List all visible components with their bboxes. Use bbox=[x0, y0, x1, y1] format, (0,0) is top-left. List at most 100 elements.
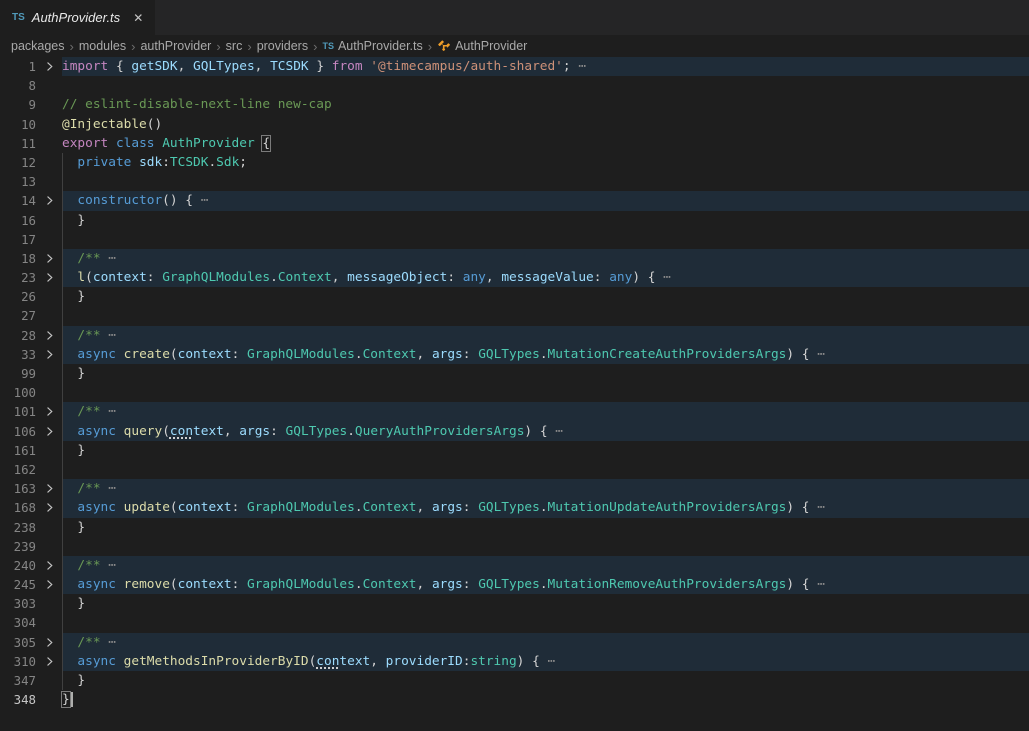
code-line-100[interactable]: 100 bbox=[0, 383, 1029, 402]
tab-authprovider[interactable]: TS AuthProvider.ts ✕ bbox=[0, 0, 155, 35]
gutter-spacer bbox=[36, 115, 62, 134]
code-line-28[interactable]: 28 /** ⋯ bbox=[0, 326, 1029, 345]
line-number: 26 bbox=[0, 287, 36, 306]
code-text[interactable] bbox=[62, 613, 1029, 632]
line-number: 18 bbox=[0, 249, 36, 268]
code-editor[interactable]: 1import { getSDK, GQLTypes, TCSDK } from… bbox=[0, 57, 1029, 731]
code-line-238[interactable]: 238 } bbox=[0, 518, 1029, 537]
code-line-8[interactable]: 8 bbox=[0, 76, 1029, 95]
breadcrumb-item-packages[interactable]: packages bbox=[11, 39, 65, 53]
code-line-239[interactable]: 239 bbox=[0, 537, 1029, 556]
code-line-26[interactable]: 26 } bbox=[0, 287, 1029, 306]
code-line-13[interactable]: 13 bbox=[0, 172, 1029, 191]
code-line-348[interactable]: 348} bbox=[0, 690, 1029, 709]
code-text[interactable] bbox=[62, 383, 1029, 402]
fold-chevron-icon[interactable] bbox=[36, 402, 62, 421]
code-text[interactable] bbox=[62, 306, 1029, 325]
gutter-spacer bbox=[36, 153, 62, 172]
breadcrumb-item-modules[interactable]: modules bbox=[79, 39, 126, 53]
code-text[interactable]: } bbox=[62, 211, 1029, 230]
code-text[interactable]: /** ⋯ bbox=[62, 326, 1029, 345]
code-text[interactable] bbox=[62, 76, 1029, 95]
code-text[interactable]: } bbox=[62, 364, 1029, 383]
code-line-17[interactable]: 17 bbox=[0, 230, 1029, 249]
code-text[interactable]: constructor() { ⋯ bbox=[62, 191, 1029, 210]
code-text[interactable]: async remove(context: GraphQLModules.Con… bbox=[62, 575, 1029, 594]
fold-chevron-icon[interactable] bbox=[36, 191, 62, 210]
breadcrumb-item-providers[interactable]: providers bbox=[257, 39, 308, 53]
code-line-11[interactable]: 11export class AuthProvider { bbox=[0, 134, 1029, 153]
code-line-33[interactable]: 33 async create(context: GraphQLModules.… bbox=[0, 345, 1029, 364]
code-line-106[interactable]: 106 async query(context, args: GQLTypes.… bbox=[0, 422, 1029, 441]
code-line-303[interactable]: 303 } bbox=[0, 594, 1029, 613]
code-text[interactable]: } bbox=[62, 441, 1029, 460]
code-text[interactable]: } bbox=[62, 594, 1029, 613]
code-line-161[interactable]: 161 } bbox=[0, 441, 1029, 460]
code-text[interactable] bbox=[62, 230, 1029, 249]
code-text[interactable]: /** ⋯ bbox=[62, 402, 1029, 421]
fold-chevron-icon[interactable] bbox=[36, 422, 62, 441]
code-line-14[interactable]: 14 constructor() { ⋯ bbox=[0, 191, 1029, 210]
code-text[interactable]: /** ⋯ bbox=[62, 556, 1029, 575]
breadcrumb-item-symbol[interactable]: AuthProvider bbox=[437, 39, 527, 53]
fold-chevron-icon[interactable] bbox=[36, 498, 62, 517]
code-line-23[interactable]: 23 l(context: GraphQLModules.Context, me… bbox=[0, 268, 1029, 287]
code-text[interactable]: async create(context: GraphQLModules.Con… bbox=[62, 345, 1029, 364]
code-line-305[interactable]: 305 /** ⋯ bbox=[0, 633, 1029, 652]
code-text[interactable]: export class AuthProvider { bbox=[62, 134, 1029, 153]
code-text[interactable]: } bbox=[62, 518, 1029, 537]
fold-chevron-icon[interactable] bbox=[36, 326, 62, 345]
code-text[interactable]: @Injectable() bbox=[62, 115, 1029, 134]
fold-chevron-icon[interactable] bbox=[36, 479, 62, 498]
gutter-spacer bbox=[36, 383, 62, 402]
code-text[interactable] bbox=[62, 460, 1029, 479]
fold-chevron-icon[interactable] bbox=[36, 556, 62, 575]
code-line-163[interactable]: 163 /** ⋯ bbox=[0, 479, 1029, 498]
code-text[interactable]: } bbox=[62, 671, 1029, 690]
code-line-27[interactable]: 27 bbox=[0, 306, 1029, 325]
code-text[interactable]: } bbox=[62, 690, 1029, 709]
code-text[interactable]: /** ⋯ bbox=[62, 249, 1029, 268]
code-line-347[interactable]: 347 } bbox=[0, 671, 1029, 690]
code-text[interactable]: l(context: GraphQLModules.Context, messa… bbox=[62, 268, 1029, 287]
code-text[interactable] bbox=[62, 172, 1029, 191]
breadcrumb-item-file[interactable]: TSAuthProvider.ts bbox=[322, 39, 422, 53]
fold-chevron-icon[interactable] bbox=[36, 575, 62, 594]
code-text[interactable]: // eslint-disable-next-line new-cap bbox=[62, 95, 1029, 114]
close-icon[interactable]: ✕ bbox=[133, 11, 143, 25]
code-line-18[interactable]: 18 /** ⋯ bbox=[0, 249, 1029, 268]
breadcrumb-item-authProvider[interactable]: authProvider bbox=[140, 39, 211, 53]
code-text[interactable] bbox=[62, 537, 1029, 556]
line-number: 99 bbox=[0, 364, 36, 383]
code-text[interactable]: async getMethodsInProviderByID(context, … bbox=[62, 652, 1029, 671]
code-text[interactable]: /** ⋯ bbox=[62, 479, 1029, 498]
fold-chevron-icon[interactable] bbox=[36, 249, 62, 268]
line-number: 304 bbox=[0, 613, 36, 632]
code-line-9[interactable]: 9// eslint-disable-next-line new-cap bbox=[0, 95, 1029, 114]
code-text[interactable]: import { getSDK, GQLTypes, TCSDK } from … bbox=[62, 57, 1029, 76]
gutter-spacer bbox=[36, 306, 62, 325]
fold-chevron-icon[interactable] bbox=[36, 57, 62, 76]
code-text[interactable]: /** ⋯ bbox=[62, 633, 1029, 652]
code-line-99[interactable]: 99 } bbox=[0, 364, 1029, 383]
code-line-16[interactable]: 16 } bbox=[0, 211, 1029, 230]
code-line-12[interactable]: 12 private sdk:TCSDK.Sdk; bbox=[0, 153, 1029, 172]
fold-chevron-icon[interactable] bbox=[36, 345, 62, 364]
code-line-240[interactable]: 240 /** ⋯ bbox=[0, 556, 1029, 575]
code-text[interactable]: async update(context: GraphQLModules.Con… bbox=[62, 498, 1029, 517]
code-line-162[interactable]: 162 bbox=[0, 460, 1029, 479]
fold-chevron-icon[interactable] bbox=[36, 633, 62, 652]
code-line-310[interactable]: 310 async getMethodsInProviderByID(conte… bbox=[0, 652, 1029, 671]
code-line-245[interactable]: 245 async remove(context: GraphQLModules… bbox=[0, 575, 1029, 594]
code-text[interactable]: private sdk:TCSDK.Sdk; bbox=[62, 153, 1029, 172]
code-line-10[interactable]: 10@Injectable() bbox=[0, 115, 1029, 134]
code-line-101[interactable]: 101 /** ⋯ bbox=[0, 402, 1029, 421]
code-line-1[interactable]: 1import { getSDK, GQLTypes, TCSDK } from… bbox=[0, 57, 1029, 76]
breadcrumb-item-src[interactable]: src bbox=[226, 39, 243, 53]
code-text[interactable]: } bbox=[62, 287, 1029, 306]
code-line-304[interactable]: 304 bbox=[0, 613, 1029, 632]
code-line-168[interactable]: 168 async update(context: GraphQLModules… bbox=[0, 498, 1029, 517]
fold-chevron-icon[interactable] bbox=[36, 652, 62, 671]
code-text[interactable]: async query(context, args: GQLTypes.Quer… bbox=[62, 422, 1029, 441]
fold-chevron-icon[interactable] bbox=[36, 268, 62, 287]
